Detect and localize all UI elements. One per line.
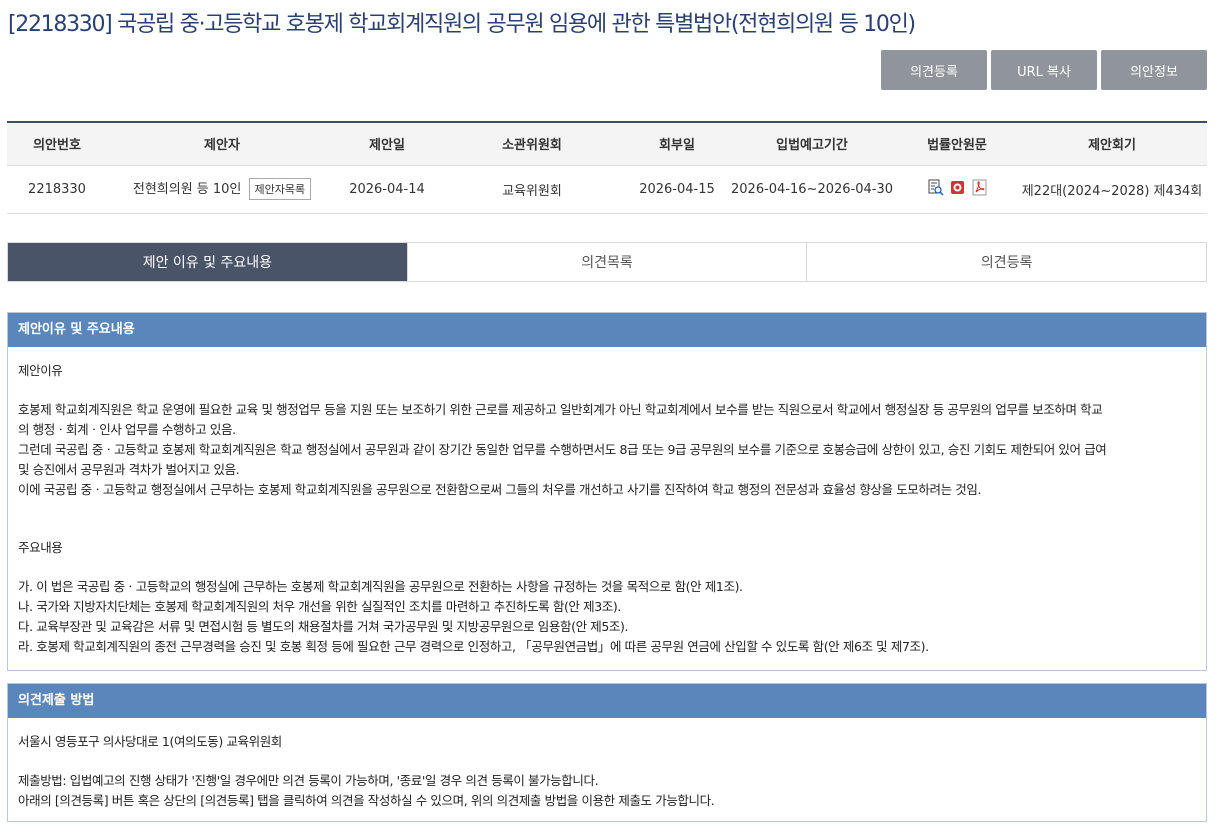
tab-opinion-register[interactable]: 의견등록 bbox=[807, 243, 1207, 281]
reason-section: 제안이유 및 주요내용 제안이유 호봉제 학교회계직원은 학교 운영에 필요한 … bbox=[7, 312, 1207, 671]
header-notice-period: 입법예고기간 bbox=[727, 121, 897, 166]
cell-propose-date: 2026-04-14 bbox=[337, 165, 437, 214]
method-line: 아래의 [의견등록] 버튼 혹은 상단의 [의견등록] 탭을 클릭하여 의견을 … bbox=[18, 793, 715, 808]
reason-line: 호봉제 학교회계직원은 학교 운영에 필요한 교육 및 행정업무 등을 지원 또… bbox=[18, 402, 1103, 417]
proposer-list-button[interactable]: 제안자목록 bbox=[248, 178, 312, 200]
cell-notice-period: 2026-04-16~2026-04-30 bbox=[727, 165, 897, 214]
main-line: 라. 호봉제 학교회계직원의 종전 근무경력을 승진 및 호봉 획정 등에 필요… bbox=[18, 639, 929, 654]
header-committee: 소관위원회 bbox=[437, 121, 627, 166]
reason-line: 및 승진에서 공무원과 격차가 벌어지고 있음. bbox=[18, 462, 240, 477]
cell-bill-no: 2218330 bbox=[7, 165, 107, 214]
method-section-body: 서울시 영등포구 의사당대로 1(여의도동) 교육위원회 제출방법: 입법예고의… bbox=[8, 718, 1206, 811]
cell-session: 제22대(2024~2028) 제434회 bbox=[1017, 165, 1207, 214]
tab-opinion-list[interactable]: 의견목록 bbox=[407, 243, 808, 281]
table-row: 2218330 전현희의원 등 10인 제안자목록 2026-04-14 교육위… bbox=[7, 165, 1207, 214]
page-title: [2218330] 국공립 중·고등학교 호봉제 학교회계직원의 공무원 임용에… bbox=[8, 12, 916, 37]
table-header-row: 의안번호 제안자 제안일 소관위원회 회부일 입법예고기간 법률안원문 제안회기 bbox=[7, 121, 1207, 166]
cell-committee: 교육위원회 bbox=[437, 165, 627, 214]
action-buttons: 의견등록 URL 복사 의안정보 bbox=[881, 50, 1207, 90]
main-line: 다. 교육부장관 및 교육감은 서류 및 면접시험 등 별도의 채용절차를 거쳐… bbox=[18, 619, 629, 634]
hwp-file-icon[interactable] bbox=[949, 179, 966, 196]
method-line: 제출방법: 입법예고의 진행 상태가 '진행'일 경우에만 의견 등록이 가능하… bbox=[18, 773, 599, 788]
cell-law-original bbox=[897, 165, 1017, 214]
main-line: 가. 이 법은 국공립 중ㆍ고등학교의 행정실에 근무하는 호봉제 학교회계직원… bbox=[18, 579, 743, 594]
header-session: 제안회기 bbox=[1017, 121, 1207, 166]
cell-referral-date: 2026-04-15 bbox=[627, 165, 727, 214]
header-proposer: 제안자 bbox=[107, 121, 337, 166]
method-section-title: 의견제출 방법 bbox=[8, 684, 1206, 718]
reason-line: 그런데 국공립 중ㆍ고등학교 호봉제 학교회계직원은 학교 행정실에서 공무원과… bbox=[18, 442, 1107, 457]
main-line: 나. 국가와 지방자치단체는 호봉제 학교회계직원의 처우 개선을 위한 실질적… bbox=[18, 599, 621, 614]
tab-reason[interactable]: 제안 이유 및 주요내용 bbox=[8, 243, 408, 281]
tab-bar: 제안 이유 및 주요내용 의견목록 의견등록 bbox=[7, 242, 1207, 282]
reason-heading: 제안이유 bbox=[18, 363, 63, 378]
method-section: 의견제출 방법 서울시 영등포구 의사당대로 1(여의도동) 교육위원회 제출방… bbox=[7, 683, 1207, 822]
header-bill-no: 의안번호 bbox=[7, 121, 107, 166]
main-heading: 주요내용 bbox=[18, 540, 63, 555]
url-copy-button[interactable]: URL 복사 bbox=[991, 50, 1097, 90]
reason-line: 이에 국공립 중ㆍ고등학교 행정실에서 근무하는 호봉제 학교회계직원을 공무원… bbox=[18, 482, 982, 497]
pdf-file-icon[interactable] bbox=[971, 179, 988, 196]
reason-line: 의 행정ㆍ회계ㆍ인사 업무를 수행하고 있음. bbox=[18, 422, 236, 437]
header-referral-date: 회부일 bbox=[627, 121, 727, 166]
reason-section-title: 제안이유 및 주요내용 bbox=[8, 313, 1206, 347]
proposer-text: 전현희의원 등 10인 bbox=[132, 182, 242, 197]
document-search-icon[interactable] bbox=[927, 179, 944, 196]
header-law-original: 법률안원문 bbox=[897, 121, 1017, 166]
header-propose-date: 제안일 bbox=[337, 121, 437, 166]
bill-info-button[interactable]: 의안정보 bbox=[1101, 50, 1207, 90]
cell-proposer: 전현희의원 등 10인 제안자목록 bbox=[107, 165, 337, 214]
bill-info-table: 의안번호 제안자 제안일 소관위원회 회부일 입법예고기간 법률안원문 제안회기… bbox=[7, 121, 1207, 214]
address-text: 서울시 영등포구 의사당대로 1(여의도동) 교육위원회 bbox=[18, 734, 282, 749]
opinion-register-button[interactable]: 의견등록 bbox=[881, 50, 987, 90]
reason-section-body: 제안이유 호봉제 학교회계직원은 학교 운영에 필요한 교육 및 행정업무 등을… bbox=[8, 347, 1206, 657]
